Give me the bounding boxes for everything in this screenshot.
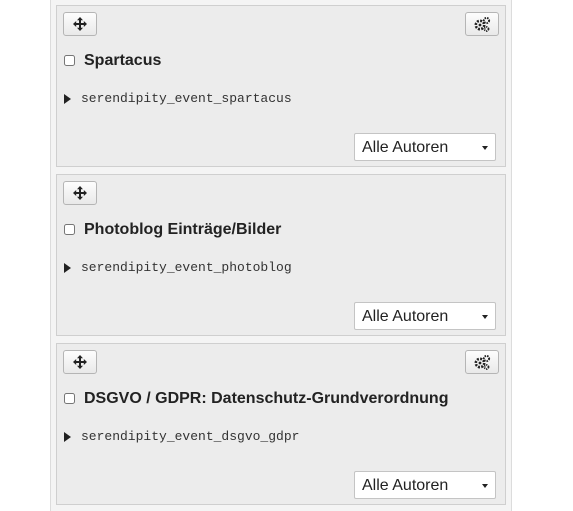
author-filter-value: Alle Autoren	[362, 139, 449, 156]
expand-triangle-icon[interactable]	[64, 432, 71, 442]
plugin-card: Photoblog Einträge/Bilder serendipity_ev…	[56, 174, 506, 336]
expand-triangle-icon[interactable]	[64, 94, 71, 104]
author-filter-select[interactable]: Alle Autoren	[354, 471, 496, 499]
plugin-title: DSGVO / GDPR: Datenschutz-Grundverordnun…	[84, 390, 449, 407]
move-arrows-icon	[73, 355, 87, 369]
expand-triangle-icon[interactable]	[64, 263, 71, 273]
gears-icon	[474, 16, 491, 32]
plugin-card: Spartacus serendipity_event_spartacus Al…	[56, 5, 506, 167]
plugin-title: Photoblog Einträge/Bilder	[84, 221, 282, 238]
move-button[interactable]	[63, 12, 97, 36]
plugin-title: Spartacus	[84, 52, 162, 69]
plugin-event-name[interactable]: serendipity_event_spartacus	[81, 91, 292, 106]
author-filter-value: Alle Autoren	[362, 308, 449, 325]
author-filter-select[interactable]: Alle Autoren	[354, 302, 496, 330]
dropdown-arrow-icon	[482, 315, 488, 319]
plugin-list: Spartacus serendipity_event_spartacus Al…	[50, 0, 512, 511]
plugin-card: DSGVO / GDPR: Datenschutz-Grundverordnun…	[56, 343, 506, 505]
plugin-select-checkbox[interactable]	[64, 393, 75, 404]
author-filter-select[interactable]: Alle Autoren	[354, 133, 496, 161]
plugin-select-checkbox[interactable]	[64, 55, 75, 66]
dropdown-arrow-icon	[482, 146, 488, 150]
plugin-select-checkbox[interactable]	[64, 224, 75, 235]
author-filter-value: Alle Autoren	[362, 477, 449, 494]
plugin-event-name[interactable]: serendipity_event_photoblog	[81, 260, 292, 275]
move-arrows-icon	[73, 17, 87, 31]
configure-button[interactable]	[465, 350, 499, 374]
dropdown-arrow-icon	[482, 484, 488, 488]
move-arrows-icon	[73, 186, 87, 200]
plugin-event-name[interactable]: serendipity_event_dsgvo_gdpr	[81, 429, 299, 444]
move-button[interactable]	[63, 181, 97, 205]
gears-icon	[474, 354, 491, 370]
configure-button[interactable]	[465, 12, 499, 36]
move-button[interactable]	[63, 350, 97, 374]
